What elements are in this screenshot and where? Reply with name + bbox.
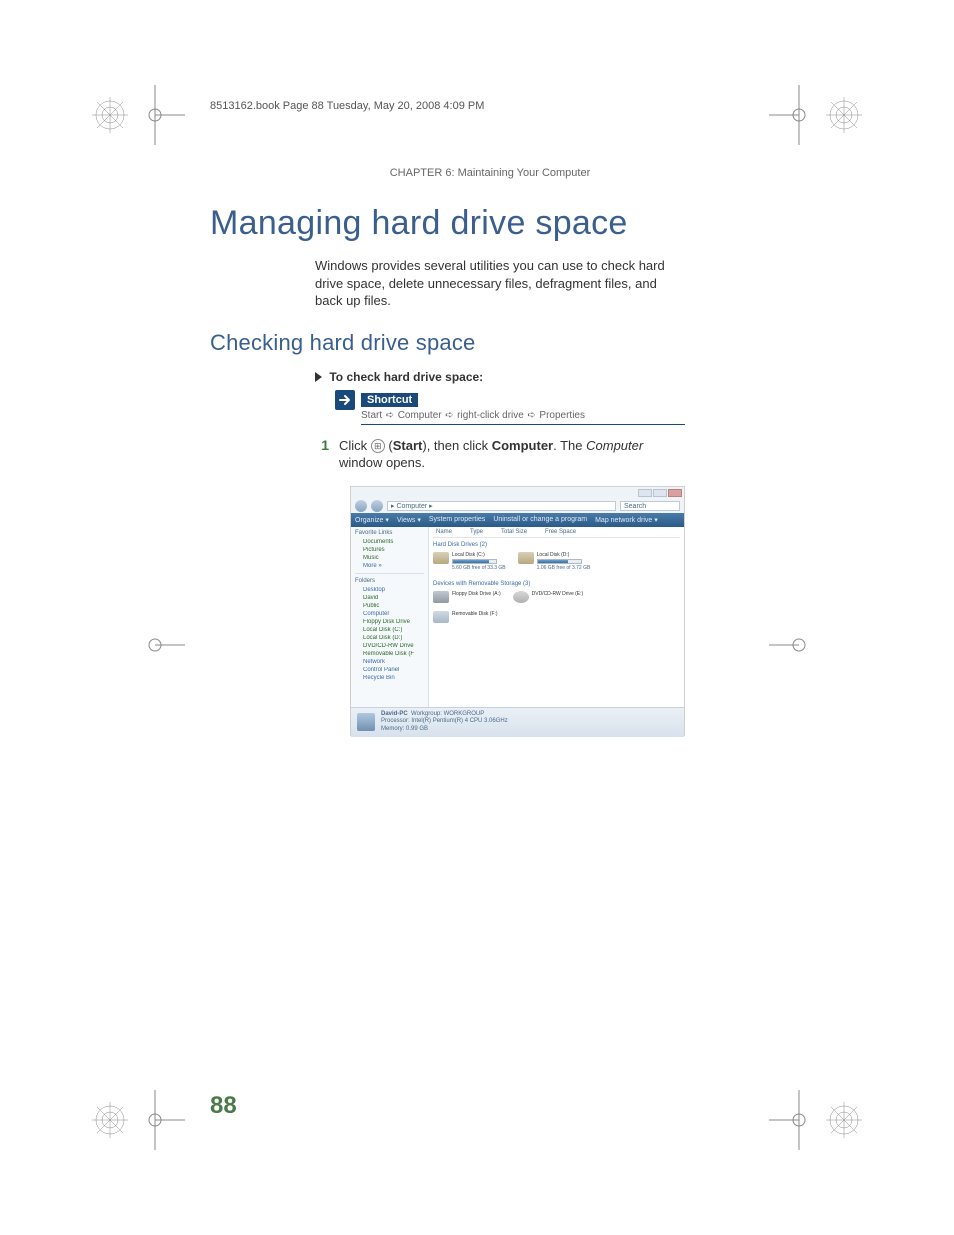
crop-mark-icon [769,615,829,675]
page-content: 8513162.book Page 88 Tuesday, May 20, 20… [210,100,770,736]
floppy-icon [433,591,449,603]
hard-disk-icon [518,552,534,564]
nav-folders-header: Folders [355,578,424,584]
page-number: 88 [210,1092,237,1120]
procedure-heading-text: To check hard drive space: [329,370,483,384]
col-name[interactable]: Name [436,529,452,535]
status-computer-name: David-PC [381,711,408,717]
toolbar-map-drive[interactable]: Map network drive ▾ [595,516,658,524]
nav-favorites-header: Favorite Links [355,530,424,536]
nav-pane: Favorite Links Documents Pictures Music … [351,527,429,707]
nav-documents[interactable]: Documents [355,539,424,545]
nav-floppy[interactable]: Floppy Disk Drive [355,619,424,625]
toolbar-uninstall[interactable]: Uninstall or change a program [493,516,587,523]
registration-icon [824,95,864,135]
back-button[interactable] [355,500,367,512]
registration-icon [90,1100,130,1140]
status-bar: David-PC Workgroup: WORKGROUP Processor:… [351,707,684,737]
group-removable: Devices with Removable Storage (3) [433,581,680,587]
shortcut-path: Start ➪ Computer ➪ right-click drive ➪ P… [361,408,685,421]
book-header: 8513162.book Page 88 Tuesday, May 20, 20… [210,100,770,112]
step-row: 1 Click ⊞ (Start), then click Computer. … [315,437,685,472]
col-free[interactable]: Free Space [545,529,576,535]
main-pane: Name Type Total Size Free Space Hard Dis… [429,527,684,707]
registration-icon [824,1100,864,1140]
computer-window-screenshot: ▸ Computer ▸ Search Organize ▾ Views ▾ S… [350,486,685,736]
arrow-glyph-icon: ➪ [444,410,454,421]
drive-a-label: Floppy Disk Drive (A:) [452,591,501,597]
nav-network[interactable]: Network [355,659,424,665]
chapter-header: CHAPTER 6: Maintaining Your Computer [210,167,770,179]
window-titlebar [351,487,684,499]
nav-control-panel[interactable]: Control Panel [355,667,424,673]
nav-public[interactable]: Public [355,603,424,609]
shortcut-title: Shortcut [361,393,418,407]
crop-mark-icon [125,1090,185,1150]
drive-d-usage-bar [537,559,582,564]
crop-mark-icon [125,615,185,675]
column-headers: Name Type Total Size Free Space [433,529,680,538]
crop-mark-icon [125,85,185,145]
nav-music[interactable]: Music [355,555,424,561]
arrow-glyph-icon: ➪ [385,410,395,421]
drive-c-usage-bar [452,559,497,564]
nav-user[interactable]: David [355,595,424,601]
windows-start-icon: ⊞ [371,439,385,453]
address-bar-row: ▸ Computer ▸ Search [351,499,684,513]
step-number: 1 [315,437,329,472]
drive-e-label: DVD/CD-RW Drive (E:) [532,591,584,597]
nav-recycle-bin[interactable]: Recycle Bin [355,675,424,681]
toolbar-views[interactable]: Views ▾ [397,516,421,524]
drive-a[interactable]: Floppy Disk Drive (A:) [433,591,501,603]
computer-icon [357,713,375,731]
drive-f[interactable]: Removable Disk (F:) [433,611,498,623]
nav-computer[interactable]: Computer [355,611,424,617]
nav-more[interactable]: More » [355,563,424,569]
drive-f-label: Removable Disk (F:) [452,611,498,617]
toolbar-organize[interactable]: Organize ▾ [355,516,389,524]
removable-icon [433,611,449,623]
nav-local-c[interactable]: Local Disk (C:) [355,627,424,633]
section-heading: Checking hard drive space [210,330,770,356]
toolbar: Organize ▾ Views ▾ System properties Uni… [351,513,684,527]
page-title: Managing hard drive space [210,204,770,243]
dvd-icon [513,591,529,603]
nav-removable[interactable]: Removable Disk (F [355,651,424,657]
breadcrumb-bar[interactable]: ▸ Computer ▸ [387,501,616,511]
minimize-button[interactable] [638,489,652,497]
play-triangle-icon [315,372,322,382]
toolbar-system-properties[interactable]: System properties [429,516,485,523]
group-hard-disks: Hard Disk Drives (2) [433,542,680,548]
drive-d-label: Local Disk (D:) [537,552,591,558]
col-total[interactable]: Total Size [501,529,527,535]
maximize-button[interactable] [653,489,667,497]
search-input[interactable]: Search [620,501,680,511]
arrow-glyph-icon: ➪ [527,410,537,421]
crop-mark-icon [769,1090,829,1150]
crop-mark-icon [769,85,829,145]
nav-desktop[interactable]: Desktop [355,587,424,593]
registration-icon [90,95,130,135]
step-body: Click ⊞ (Start), then click Computer. Th… [339,437,685,472]
close-button[interactable] [668,489,682,497]
intro-paragraph: Windows provides several utilities you c… [315,257,685,310]
forward-button[interactable] [371,500,383,512]
drive-c-label: Local Disk (C:) [452,552,506,558]
drive-d-free: 1.06 GB free of 3.72 GB [537,565,591,571]
drive-c[interactable]: Local Disk (C:) 5.60 GB free of 33.3 GB [433,552,506,571]
shortcut-callout: Shortcut Start ➪ Computer ➪ right-click … [335,390,685,425]
drive-e[interactable]: DVD/CD-RW Drive (E:) [513,591,584,603]
nav-dvd[interactable]: DVD/CD-RW Drive [355,643,424,649]
nav-local-d[interactable]: Local Disk (D:) [355,635,424,641]
drive-c-free: 5.60 GB free of 33.3 GB [452,565,506,571]
col-type[interactable]: Type [470,529,483,535]
procedure-heading: To check hard drive space: [315,370,770,384]
hard-disk-icon [433,552,449,564]
nav-pictures[interactable]: Pictures [355,547,424,553]
arrow-right-icon [335,390,355,410]
drive-d[interactable]: Local Disk (D:) 1.06 GB free of 3.72 GB [518,552,591,571]
